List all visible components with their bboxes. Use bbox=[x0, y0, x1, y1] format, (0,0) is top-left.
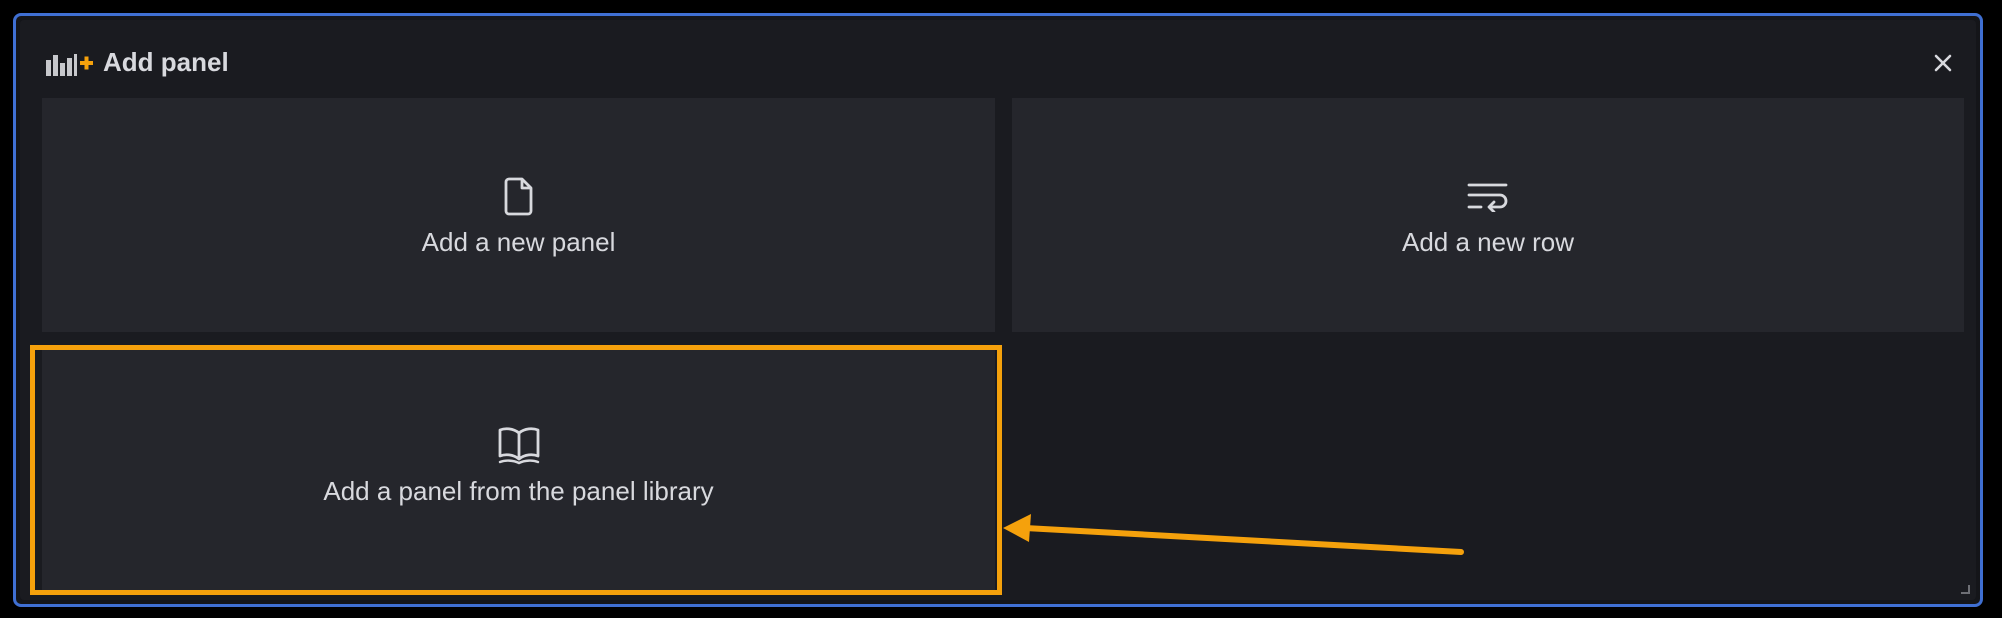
add-new-panel-button[interactable]: Add a new panel bbox=[42, 98, 995, 332]
book-open-icon bbox=[498, 427, 539, 465]
add-new-row-button[interactable]: Add a new row bbox=[1012, 98, 1964, 332]
file-icon bbox=[504, 177, 532, 216]
add-panel-dialog: Add panel Add a new panel Add a new row bbox=[13, 13, 1983, 607]
dialog-body: Add panel Add a new panel Add a new row bbox=[20, 20, 1976, 600]
panel-add-icon bbox=[46, 54, 93, 76]
option-label: Add a panel from the panel library bbox=[323, 476, 714, 506]
resize-handle-icon[interactable] bbox=[1958, 582, 1970, 594]
dialog-header: Add panel bbox=[20, 20, 1976, 100]
option-label: Add a new row bbox=[1402, 227, 1574, 257]
close-icon[interactable] bbox=[1930, 50, 1956, 76]
annotation-arrow bbox=[1003, 514, 1464, 555]
add-panel-from-library-button[interactable]: Add a panel from the panel library bbox=[42, 347, 995, 591]
option-label: Add a new panel bbox=[421, 227, 616, 257]
dialog-title: Add panel bbox=[103, 47, 229, 77]
wrap-text-icon bbox=[1467, 183, 1508, 212]
